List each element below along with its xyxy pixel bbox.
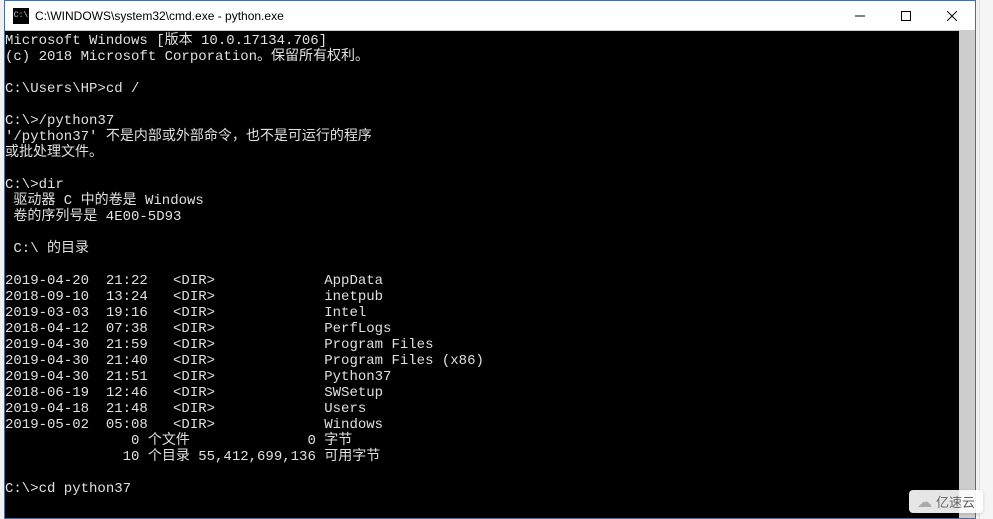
window-title: C:\WINDOWS\system32\cmd.exe - python.exe: [35, 9, 837, 23]
scrollbar-thumb[interactable]: [959, 31, 975, 518]
close-icon: [947, 11, 957, 21]
app-icon: C:\: [13, 8, 29, 24]
maximize-icon: [901, 11, 911, 21]
minimize-button[interactable]: [837, 1, 883, 30]
cloud-icon: ☁: [917, 493, 932, 511]
terminal-container: Microsoft Windows [版本 10.0.17134.706] (c…: [5, 31, 975, 518]
window-controls: [837, 1, 975, 30]
terminal-output[interactable]: Microsoft Windows [版本 10.0.17134.706] (c…: [5, 31, 959, 518]
scrollbar[interactable]: [959, 31, 975, 518]
titlebar[interactable]: C:\ C:\WINDOWS\system32\cmd.exe - python…: [5, 1, 975, 31]
minimize-icon: [855, 11, 865, 21]
cmd-window: C:\ C:\WINDOWS\system32\cmd.exe - python…: [4, 0, 976, 519]
watermark-badge: ☁ 亿速云: [909, 490, 983, 513]
close-button[interactable]: [929, 1, 975, 30]
watermark-text: 亿速云: [936, 492, 975, 511]
maximize-button[interactable]: [883, 1, 929, 30]
